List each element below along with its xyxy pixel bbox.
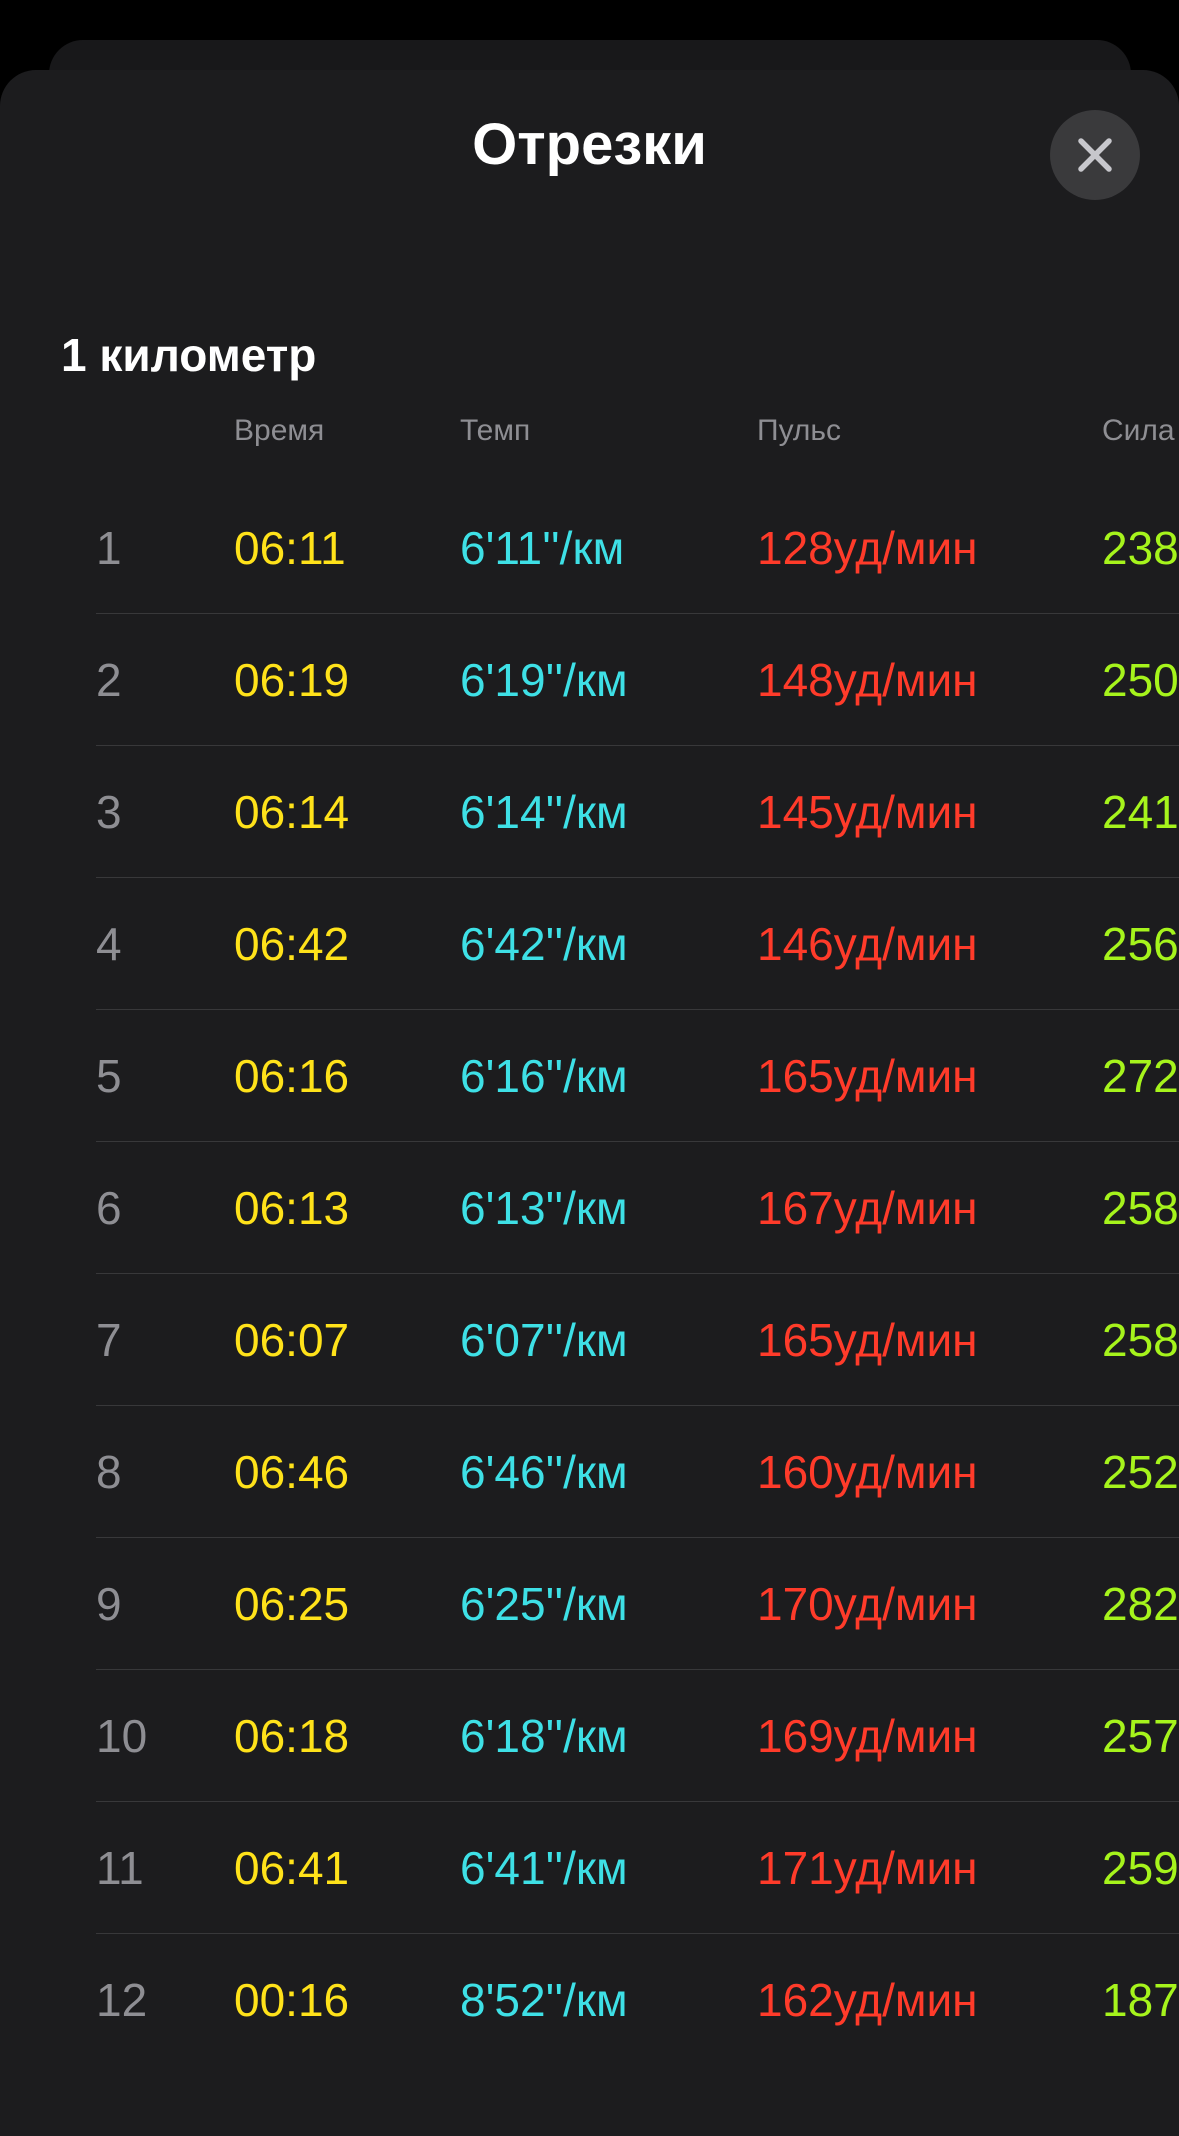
split-time: 06:18 <box>234 1710 350 1762</box>
split-pace: 6'41''/км <box>460 1842 628 1894</box>
split-number: 5 <box>96 1050 122 1102</box>
table-row: 8 06:46 6'46''/км 160уд/мин 252 <box>0 1406 1179 1538</box>
header-power: Сила <box>1102 414 1175 447</box>
header-pace: Темп <box>460 414 531 447</box>
splits-sheet: Отрезки 1 километр Время Темп Пульс Сила… <box>0 70 1179 2136</box>
split-power: 256 <box>1102 918 1179 970</box>
split-number: 8 <box>96 1446 122 1498</box>
split-time: 06:19 <box>234 654 350 706</box>
split-pace: 6'18''/км <box>460 1710 628 1762</box>
split-number: 11 <box>96 1842 144 1894</box>
split-power: 259 <box>1102 1842 1179 1894</box>
split-heart-rate: 146уд/мин <box>757 918 978 970</box>
split-time: 06:16 <box>234 1050 350 1102</box>
split-power: 272 <box>1102 1050 1179 1102</box>
split-heart-rate: 165уд/мин <box>757 1050 978 1102</box>
screen: Отрезки 1 километр Время Темп Пульс Сила… <box>0 0 1179 2136</box>
split-power: 250 <box>1102 654 1179 706</box>
split-heart-rate: 128уд/мин <box>757 522 978 574</box>
header-time: Время <box>234 414 325 447</box>
table-row: 6 06:13 6'13''/км 167уд/мин 258 <box>0 1142 1179 1274</box>
split-power: 187 <box>1102 1974 1179 2026</box>
split-heart-rate: 162уд/мин <box>757 1974 978 2026</box>
split-power: 258 <box>1102 1182 1179 1234</box>
table-row: 9 06:25 6'25''/км 170уд/мин 282 <box>0 1538 1179 1670</box>
split-pace: 6'42''/км <box>460 918 628 970</box>
split-time: 00:16 <box>234 1974 350 2026</box>
split-power: 238 <box>1102 522 1179 574</box>
table-row: 3 06:14 6'14''/км 145уд/мин 241 <box>0 746 1179 878</box>
table-row: 4 06:42 6'42''/км 146уд/мин 256 <box>0 878 1179 1010</box>
table-row: 2 06:19 6'19''/км 148уд/мин 250 <box>0 614 1179 746</box>
split-number: 7 <box>96 1314 122 1366</box>
split-number: 3 <box>96 786 122 838</box>
split-time: 06:13 <box>234 1182 350 1234</box>
split-heart-rate: 167уд/мин <box>757 1182 978 1234</box>
split-heart-rate: 171уд/мин <box>757 1842 978 1894</box>
split-pace: 6'46''/км <box>460 1446 628 1498</box>
split-time: 06:11 <box>234 522 346 574</box>
split-time: 06:25 <box>234 1578 350 1630</box>
split-number: 1 <box>96 522 122 574</box>
close-button[interactable] <box>1050 110 1140 200</box>
split-pace: 6'25''/км <box>460 1578 628 1630</box>
split-heart-rate: 169уд/мин <box>757 1710 978 1762</box>
split-power: 258 <box>1102 1314 1179 1366</box>
split-pace: 6'16''/км <box>460 1050 628 1102</box>
split-heart-rate: 145уд/мин <box>757 786 978 838</box>
table-row: 12 00:16 8'52''/км 162уд/мин 187 <box>0 1934 1179 2066</box>
split-pace: 6'07''/км <box>460 1314 628 1366</box>
split-pace: 8'52''/км <box>460 1974 628 2026</box>
close-icon <box>1078 138 1112 172</box>
sheet-title: Отрезки <box>472 112 707 177</box>
table-row: 7 06:07 6'07''/км 165уд/мин 258 <box>0 1274 1179 1406</box>
split-pace: 6'19''/км <box>460 654 628 706</box>
split-power: 241 <box>1102 786 1179 838</box>
split-time: 06:42 <box>234 918 350 970</box>
split-power: 252 <box>1102 1446 1179 1498</box>
split-power: 282 <box>1102 1578 1179 1630</box>
split-power: 257 <box>1102 1710 1179 1762</box>
table-row: 1 06:11 6'11''/км 128уд/мин 238 <box>0 482 1179 614</box>
split-number: 6 <box>96 1182 122 1234</box>
split-number: 2 <box>96 654 122 706</box>
split-number: 10 <box>96 1710 148 1762</box>
splits-list: 1 06:11 6'11''/км 128уд/мин 238 2 06:19 6'19''/… <box>0 482 1179 2066</box>
split-time: 06:07 <box>234 1314 350 1366</box>
split-number: 12 <box>96 1974 148 2026</box>
split-heart-rate: 160уд/мин <box>757 1446 978 1498</box>
header-heart-rate: Пульс <box>757 414 842 447</box>
split-time: 06:14 <box>234 786 350 838</box>
table-row: 5 06:16 6'16''/км 165уд/мин 272 <box>0 1010 1179 1142</box>
section-title: 1 километр <box>61 329 317 381</box>
split-pace: 6'11''/км <box>460 522 625 574</box>
split-heart-rate: 165уд/мин <box>757 1314 978 1366</box>
split-pace: 6'14''/км <box>460 786 628 838</box>
column-headers: Время Темп Пульс Сила <box>0 416 1179 456</box>
split-heart-rate: 148уд/мин <box>757 654 978 706</box>
split-time: 06:46 <box>234 1446 350 1498</box>
split-number: 4 <box>96 918 122 970</box>
split-heart-rate: 170уд/мин <box>757 1578 978 1630</box>
split-number: 9 <box>96 1578 122 1630</box>
split-pace: 6'13''/км <box>460 1182 628 1234</box>
split-time: 06:41 <box>234 1842 350 1894</box>
table-row: 11 06:41 6'41''/км 171уд/мин 259 <box>0 1802 1179 1934</box>
table-row: 10 06:18 6'18''/км 169уд/мин 257 <box>0 1670 1179 1802</box>
